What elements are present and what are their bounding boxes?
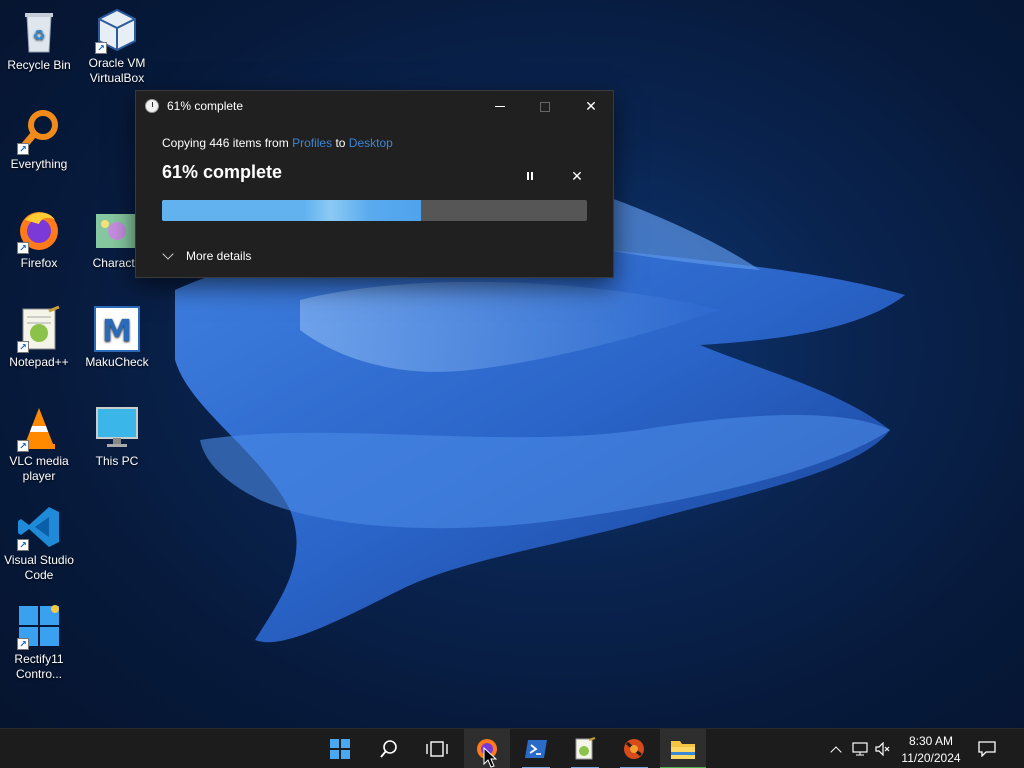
app-icon xyxy=(624,739,644,759)
cancel-copy-button[interactable]: ✕ xyxy=(566,165,588,187)
svg-text:M: M xyxy=(102,314,132,349)
firefox-icon: ↗ xyxy=(15,206,63,254)
rectify11-icon: ↗ xyxy=(15,602,63,650)
notepad-plus-plus-icon xyxy=(575,737,596,760)
powershell-icon xyxy=(525,740,547,758)
notifications-button[interactable] xyxy=(976,729,998,768)
task-view-button[interactable] xyxy=(414,729,460,768)
progress-heading: 61% complete xyxy=(162,162,283,182)
close-button[interactable]: ✕ xyxy=(568,91,614,122)
virtualbox-icon: ↗ xyxy=(93,6,141,54)
shortcut-arrow-icon: ↗ xyxy=(95,42,107,54)
desktop-icon-vlc[interactable]: ↗ VLC media player xyxy=(0,404,78,484)
taskbar-powershell-button[interactable] xyxy=(513,729,559,768)
copy-to-word: to xyxy=(335,136,346,150)
network-button[interactable] xyxy=(850,729,870,768)
source-folder-link[interactable]: Profiles xyxy=(292,136,332,150)
desktop-icon-rectify11[interactable]: ↗ Rectify11 Contro... xyxy=(0,602,78,682)
makucheck-icon: M xyxy=(93,305,141,353)
desktop-icon-recycle-bin[interactable]: ♻ Recycle Bin xyxy=(0,8,78,73)
clock-date: 11/20/2024 xyxy=(901,751,961,765)
dialog-titlebar[interactable]: 61% complete ✕ xyxy=(136,91,613,122)
close-icon: ✕ xyxy=(585,98,597,114)
maximize-icon xyxy=(540,101,550,112)
taskbar-file-explorer-button[interactable] xyxy=(660,729,706,768)
search-icon xyxy=(380,740,397,758)
close-icon: ✕ xyxy=(571,167,583,184)
task-view-icon xyxy=(426,741,448,757)
taskbar-notepad-plus-plus-button[interactable] xyxy=(562,729,608,768)
desktop-icon-notepad-plus-plus[interactable]: ↗ Notepad++ xyxy=(0,305,78,370)
desktop-icon-this-pc[interactable]: This PC xyxy=(78,404,156,469)
vscode-icon: ↗ xyxy=(15,503,63,551)
pause-button[interactable] xyxy=(519,165,541,187)
maximize-button[interactable] xyxy=(522,91,568,122)
shortcut-arrow-icon: ↗ xyxy=(17,242,29,254)
everything-search-icon: ↗ xyxy=(15,107,63,155)
minimize-button[interactable] xyxy=(477,91,523,122)
svg-text:♻: ♻ xyxy=(33,28,46,44)
volume-muted-icon xyxy=(875,742,890,756)
copy-prefix: Copying 446 items from xyxy=(162,136,289,150)
chevron-down-icon xyxy=(162,248,174,260)
more-details-toggle[interactable]: More details xyxy=(162,248,252,263)
file-explorer-icon xyxy=(671,741,695,759)
copy-status-line: Copying 446 items from Profiles to Deskt… xyxy=(162,136,393,150)
desktop-icon-everything[interactable]: ↗ Everything xyxy=(0,107,78,172)
progress-bar-fill xyxy=(162,200,422,221)
minimize-icon xyxy=(495,106,505,107)
shortcut-arrow-icon: ↗ xyxy=(17,341,29,353)
mouse-cursor-icon xyxy=(483,747,497,768)
desktop-icon-label: Firefox xyxy=(20,256,58,270)
desktop-icon-label: Oracle VM VirtualBox xyxy=(88,56,146,85)
destination-folder-link[interactable]: Desktop xyxy=(349,136,393,150)
pause-icon-bar xyxy=(531,172,533,180)
desktop-icon-label: MakuCheck xyxy=(85,355,149,369)
taskbar-firefox-button[interactable] xyxy=(464,729,510,768)
character-app-icon xyxy=(93,206,141,254)
taskbar-app-button[interactable] xyxy=(611,729,657,768)
desktop-icon-makucheck[interactable]: M MakuCheck xyxy=(78,305,156,370)
pause-icon xyxy=(527,172,529,180)
clock-time: 8:30 AM xyxy=(908,734,954,748)
vlc-icon: ↗ xyxy=(15,404,63,452)
desktop-icon-label: Everything xyxy=(10,157,68,171)
desktop-icon-label: Recycle Bin xyxy=(7,58,71,72)
desktop-icon-virtualbox[interactable]: ↗ Oracle VM VirtualBox xyxy=(78,6,156,86)
shortcut-arrow-icon: ↗ xyxy=(17,638,29,650)
shortcut-arrow-icon: ↗ xyxy=(17,143,29,155)
notepad-plus-plus-icon: ↗ xyxy=(15,305,63,353)
dialog-title: 61% complete xyxy=(167,99,244,113)
network-icon xyxy=(852,742,868,756)
desktop-icon-vscode[interactable]: ↗ Visual Studio Code xyxy=(0,503,78,583)
shortcut-arrow-icon: ↗ xyxy=(17,539,29,551)
search-button[interactable] xyxy=(366,729,412,768)
more-details-label: More details xyxy=(186,249,252,263)
taskbar-clock[interactable]: 8:30 AM 11/20/2024 xyxy=(890,733,972,767)
notification-icon xyxy=(978,741,996,757)
desktop-icon-label: Notepad++ xyxy=(9,355,69,369)
start-icon xyxy=(330,739,350,759)
shortcut-arrow-icon: ↗ xyxy=(17,440,29,452)
desktop-icon-label: This PC xyxy=(95,454,139,468)
show-hidden-icons-button[interactable] xyxy=(826,729,846,768)
start-button[interactable] xyxy=(317,729,363,768)
this-pc-icon xyxy=(93,404,141,452)
chevron-up-icon xyxy=(830,745,842,758)
desktop-icon-label: Rectify11 Contro... xyxy=(14,652,64,681)
desktop-icon-label: VLC media player xyxy=(9,454,69,483)
recycle-bin-icon: ♻ xyxy=(15,8,63,56)
taskbar: 8:30 AM 11/20/2024 xyxy=(0,728,1024,768)
clock-icon xyxy=(145,99,159,113)
copy-progress-dialog[interactable]: 61% complete ✕ Copying 446 items from Pr… xyxy=(135,90,614,278)
desktop-icon-label: Visual Studio Code xyxy=(4,553,74,582)
progress-bar xyxy=(162,200,587,221)
desktop-icon-firefox[interactable]: ↗ Firefox xyxy=(0,206,78,271)
